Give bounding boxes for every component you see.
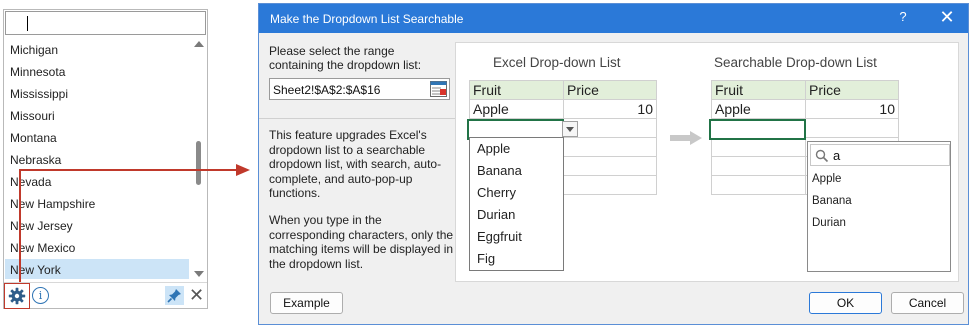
help-button[interactable]: ? [895,9,911,27]
feature-note: When you type in the corresponding chara… [269,213,454,271]
searchable-dropdown: a Apple Banana Durian [807,141,951,272]
empty-cell [711,137,806,157]
list-items: Michigan Minnesota Mississippi Missouri … [5,39,189,279]
active-cell[interactable] [709,119,806,140]
gear-icon [8,287,26,305]
cell-price: 10 [563,99,657,119]
info-icon[interactable]: i [32,287,49,304]
close-button[interactable]: ✕ [937,7,957,29]
cell-fruit: Apple [469,99,564,119]
empty-cell [805,118,899,138]
list-item[interactable]: Mississippi [5,83,189,105]
header-fruit: Fruit [711,80,806,100]
header-price: Price [563,80,657,100]
range-input[interactable]: Sheet2!$A$2:$A$16 [269,78,450,100]
list-item[interactable]: Nevada [5,171,189,193]
excel-dropdown-list: Apple Banana Cherry Durian Eggfruit Fig [469,137,564,271]
search-result-item[interactable]: Durian [812,217,846,229]
dropdown-arrow-icon[interactable] [562,121,578,137]
empty-cell [711,175,806,195]
range-label: Please select the range containing the d… [269,44,422,72]
text-caret [27,16,28,31]
dropdown-search-input[interactable]: a [810,144,950,166]
scroll-up-icon[interactable] [194,41,204,47]
list-item[interactable]: Nebraska [5,149,189,171]
searchable-dropdown-dialog: Make the Dropdown List Searchable ? ✕ Pl… [258,3,969,325]
dropdown-item[interactable]: Fig [470,248,563,270]
list-scrollbar[interactable] [191,39,206,279]
range-picker-icon[interactable] [430,81,447,97]
pin-icon[interactable] [165,286,184,305]
excel-dropdown-heading: Excel Drop-down List [493,55,621,70]
dropdown-item[interactable]: Apple [470,138,563,160]
cell-fruit: Apple [711,99,806,119]
list-item[interactable]: Montana [5,127,189,149]
transition-arrow-icon [670,131,702,145]
divider [259,118,459,119]
example-button[interactable]: Example [270,292,343,314]
annotation-arrowhead [236,164,250,176]
cell-price: 10 [805,99,899,119]
range-value: Sheet2!$A$2:$A$16 [273,83,381,97]
empty-cell [563,156,657,176]
scroll-thumb[interactable] [196,141,201,185]
dropdown-item[interactable]: Eggfruit [470,226,563,248]
annotation-line [19,169,239,171]
list-item[interactable]: New Jersey [5,215,189,237]
searchable-dropdown-heading: Searchable Drop-down List [714,55,877,70]
list-item[interactable]: Minnesota [5,61,189,83]
ok-button[interactable]: OK [809,292,882,314]
preview-illustration: Excel Drop-down List Searchable Drop-dow… [455,42,959,282]
close-icon[interactable]: ✕ [188,286,205,305]
list-item[interactable]: Missouri [5,105,189,127]
dialog-title: Make the Dropdown List Searchable [270,12,464,26]
header-fruit: Fruit [469,80,564,100]
list-item[interactable]: Michigan [5,39,189,61]
empty-cell [563,175,657,195]
list-item[interactable]: New Mexico [5,237,189,259]
list-item-selected[interactable]: New York [5,259,189,279]
cancel-button[interactable]: Cancel [891,292,964,314]
search-query: a [833,148,841,163]
search-result-item[interactable]: Apple [812,173,841,185]
list-footer: i ✕ [4,282,207,309]
list-search-input[interactable] [5,11,206,35]
dropdown-item[interactable]: Cherry [470,182,563,204]
empty-cell [563,137,657,157]
search-icon [815,149,829,163]
settings-button[interactable] [4,283,30,309]
dropdown-list-panel: Michigan Minnesota Mississippi Missouri … [3,9,208,309]
annotation-line [19,170,21,282]
dropdown-item[interactable]: Durian [470,204,563,226]
empty-cell [711,156,806,176]
scroll-down-icon[interactable] [194,271,204,277]
dropdown-item[interactable]: Banana [470,160,563,182]
feature-description: This feature upgrades Excel's dropdown l… [269,128,442,201]
list-item[interactable]: New Hampshire [5,193,189,215]
dialog-titlebar: Make the Dropdown List Searchable ? ✕ [259,4,968,33]
search-result-item[interactable]: Banana [812,195,852,207]
header-price: Price [805,80,899,100]
